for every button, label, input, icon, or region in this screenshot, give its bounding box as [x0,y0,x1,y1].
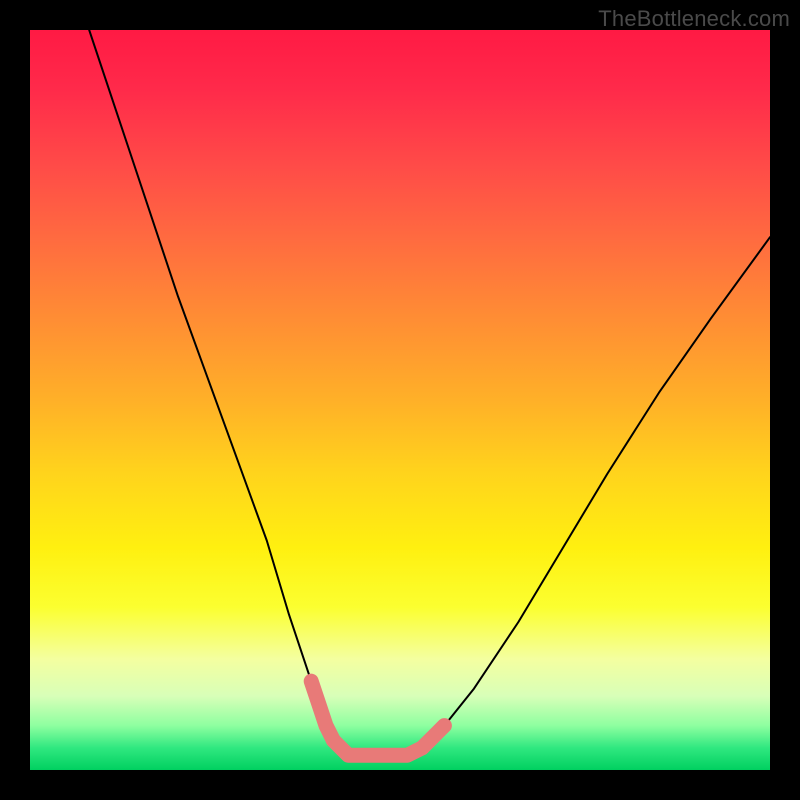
watermark-text: TheBottleneck.com [598,6,790,32]
chart-overlay [30,30,770,770]
optimal-band [311,681,444,755]
bottleneck-curve [89,30,770,755]
chart-plot-area [30,30,770,770]
